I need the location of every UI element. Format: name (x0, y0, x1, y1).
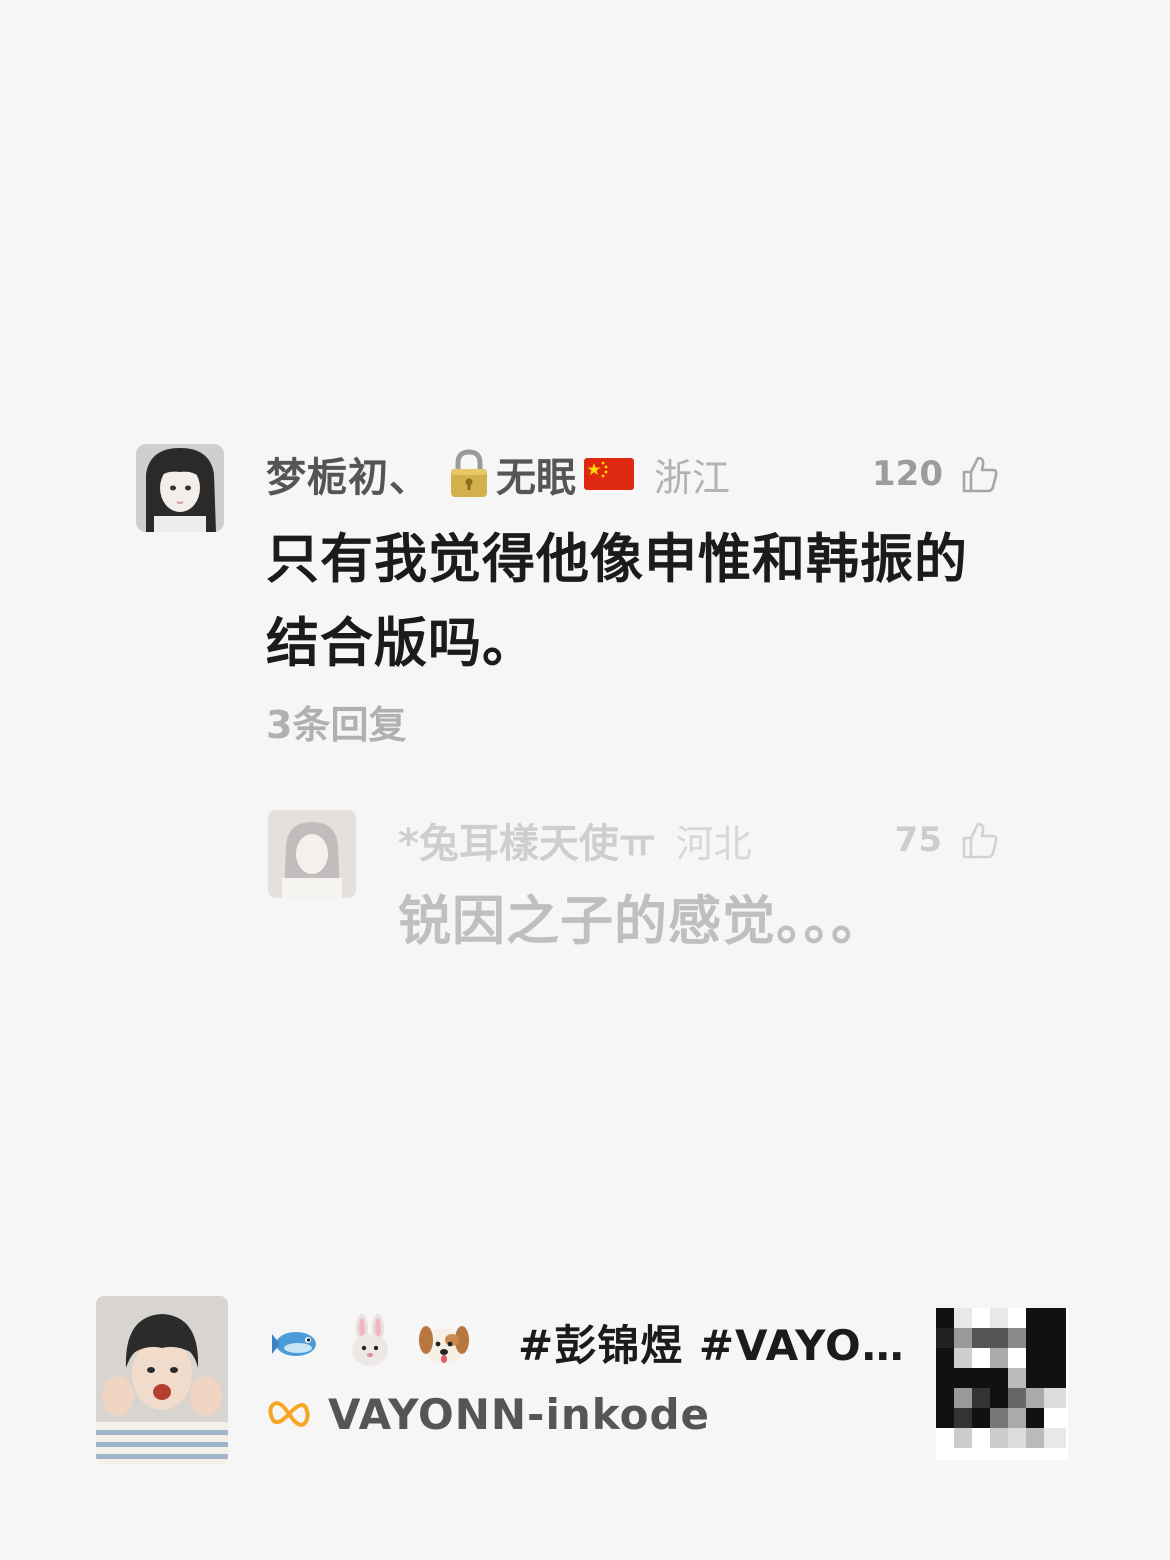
post-author-name[interactable]: VAYONN-inkode (328, 1390, 710, 1439)
reply-location: 河北 (675, 821, 752, 866)
fish-icon (272, 1332, 316, 1356)
reply-like-button[interactable]: 75 (872, 812, 1000, 868)
comment-username-suffix[interactable]: 无眠 (496, 445, 576, 503)
infinity-brand-icon (268, 1401, 310, 1427)
comment-avatar[interactable] (136, 444, 224, 532)
post-title[interactable]: #彭锦煜 #VAYO… (518, 1312, 905, 1373)
rabbit-icon (352, 1314, 388, 1366)
comment-header: 梦栀初、 无眠 浙江 (266, 446, 730, 502)
comment-like-button[interactable]: 120 (872, 446, 1000, 502)
reply-text: 锐因之子的感觉。。。 (398, 891, 885, 952)
comment-location: 浙江 (654, 455, 731, 500)
qr-code-pixelated (936, 1308, 1068, 1460)
post-author-row[interactable]: VAYONN-inkode (266, 1384, 710, 1444)
post-cover-photo (96, 1296, 228, 1464)
comment-like-count: 120 (872, 454, 943, 494)
comment-username[interactable]: 梦栀初、 (266, 445, 430, 503)
avatar-image (136, 444, 224, 532)
avatar-image (268, 810, 356, 898)
china-flag-icon (584, 458, 634, 490)
post-cover-image[interactable] (96, 1296, 228, 1464)
reply-avatar[interactable] (268, 810, 356, 898)
view-replies-link[interactable]: 3条回复 (266, 694, 406, 749)
mosaic-qr-icon (936, 1308, 1068, 1460)
thumbs-up-icon[interactable] (960, 454, 1000, 494)
post-title-row[interactable]: #彭锦煜 #VAYO… (268, 1310, 905, 1374)
lock-icon (451, 449, 487, 497)
reply-header: *兔耳樣天使ㅠ 河北 (398, 812, 752, 868)
comment-text: 只有我觉得他像申惟和韩振的结合版吗。 (266, 529, 968, 674)
reply-username[interactable]: *兔耳樣天使ㅠ (398, 811, 656, 869)
reply-like-count: 75 (894, 820, 942, 860)
thumbs-up-icon[interactable] (960, 820, 1000, 860)
dog-icon (419, 1326, 469, 1364)
